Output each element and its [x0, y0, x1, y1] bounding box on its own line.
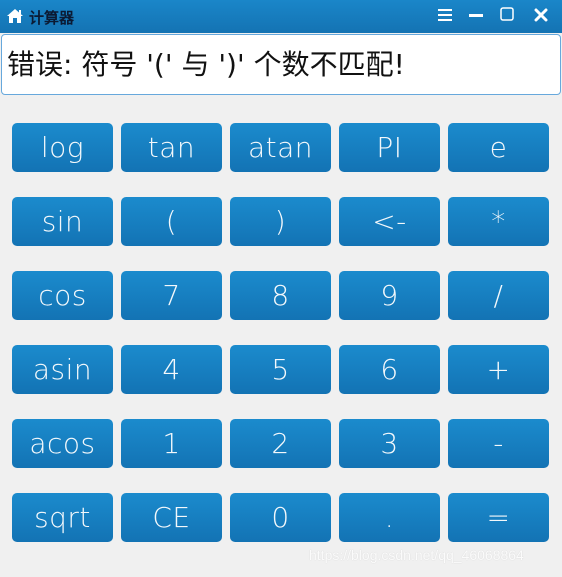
watermark: https://blog.csdn.net/qq_46068864 — [309, 547, 524, 563]
key-ce[interactable]: CE — [121, 493, 222, 542]
close-button[interactable] — [531, 6, 551, 26]
key-6[interactable]: 6 — [339, 345, 440, 394]
key-label: - — [493, 427, 504, 460]
key-minus[interactable]: - — [448, 419, 549, 468]
key-label: ( — [165, 205, 178, 238]
title-bar[interactable]: 计算器 — [0, 0, 562, 33]
key-2[interactable]: 2 — [230, 419, 331, 468]
key-label: * — [491, 205, 506, 238]
key-label: atan — [247, 131, 314, 164]
key-multiply[interactable]: * — [448, 197, 549, 246]
key-label: tan — [147, 131, 196, 164]
key-label: 2 — [271, 427, 290, 460]
key-rparen[interactable]: ) — [230, 197, 331, 246]
key-label: sqrt — [34, 501, 91, 534]
key-5[interactable]: 5 — [230, 345, 331, 394]
minimize-button[interactable] — [466, 6, 486, 26]
key-7[interactable]: 7 — [121, 271, 222, 320]
key-label: e — [489, 131, 508, 164]
key-4[interactable]: 4 — [121, 345, 222, 394]
key-divide[interactable]: / — [448, 271, 549, 320]
maximize-button[interactable] — [497, 6, 517, 26]
key-tan[interactable]: tan — [121, 123, 222, 172]
key-label: / — [493, 279, 504, 312]
key-equals[interactable]: = — [448, 493, 549, 542]
key-label: log — [40, 131, 85, 164]
key-label: 1 — [162, 427, 181, 460]
key-label: + — [486, 353, 511, 386]
key-label: cos — [38, 279, 87, 312]
menu-button[interactable] — [435, 6, 455, 26]
key-label: 6 — [380, 353, 399, 386]
key-label: 5 — [271, 353, 290, 386]
key-9[interactable]: 9 — [339, 271, 440, 320]
key-asin[interactable]: asin — [12, 345, 113, 394]
key-label: asin — [32, 353, 93, 386]
window-title: 计算器 — [29, 9, 75, 27]
result-display[interactable]: 错误: 符号 '(' 与 ')' 个数不匹配! — [1, 34, 561, 95]
key-cos[interactable]: cos — [12, 271, 113, 320]
key-label: . — [384, 501, 395, 534]
key-8[interactable]: 8 — [230, 271, 331, 320]
key-label: 9 — [380, 279, 399, 312]
key-label: 3 — [380, 427, 399, 460]
key-e[interactable]: e — [448, 123, 549, 172]
key-label: 7 — [162, 279, 181, 312]
key-3[interactable]: 3 — [339, 419, 440, 468]
key-label: 0 — [271, 501, 290, 534]
key-1[interactable]: 1 — [121, 419, 222, 468]
key-pi[interactable]: PI — [339, 123, 440, 172]
home-icon — [6, 8, 24, 24]
key-label: 8 — [271, 279, 290, 312]
minimize-icon — [468, 7, 484, 26]
key-label: PI — [376, 131, 403, 164]
key-sin[interactable]: sin — [12, 197, 113, 246]
menu-icon — [437, 7, 453, 26]
key-label: ) — [274, 205, 287, 238]
close-icon — [534, 7, 548, 26]
key-lparen[interactable]: ( — [121, 197, 222, 246]
key-label: acos — [29, 427, 96, 460]
key-log[interactable]: log — [12, 123, 113, 172]
key-label: CE — [152, 501, 191, 534]
maximize-icon — [499, 6, 515, 26]
key-plus[interactable]: + — [448, 345, 549, 394]
key-label: = — [486, 501, 511, 534]
key-dot[interactable]: . — [339, 493, 440, 542]
key-0[interactable]: 0 — [230, 493, 331, 542]
key-backminus[interactable]: <- — [339, 197, 440, 246]
key-sqrt[interactable]: sqrt — [12, 493, 113, 542]
key-label: 4 — [162, 353, 181, 386]
key-atan[interactable]: atan — [230, 123, 331, 172]
key-acos[interactable]: acos — [12, 419, 113, 468]
key-label: sin — [41, 205, 84, 238]
key-label: <- — [372, 205, 407, 238]
